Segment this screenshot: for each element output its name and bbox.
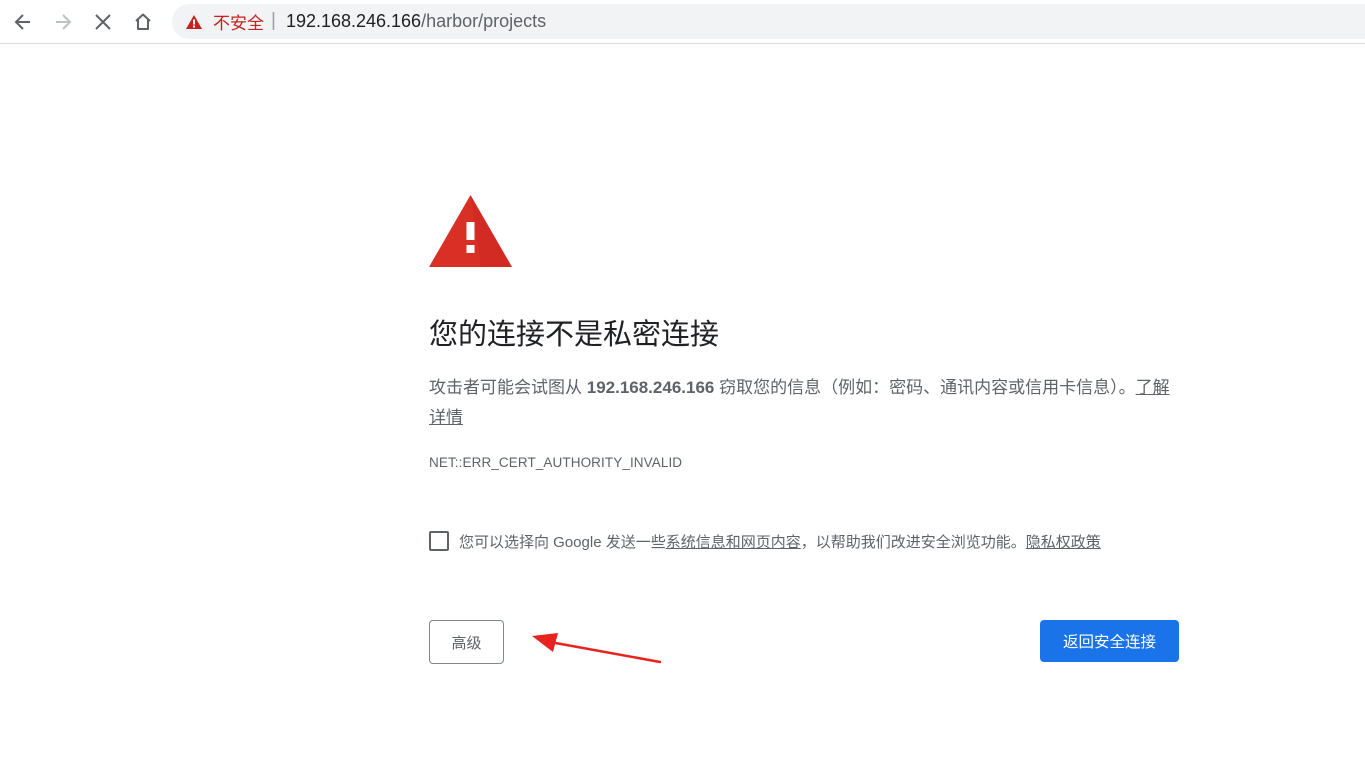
warning-triangle-icon[interactable] xyxy=(185,13,203,31)
optin-text: 您可以选择向 Google 发送一些系统信息和网页内容，以帮助我们改进安全浏览功… xyxy=(459,531,1101,552)
optin-checkbox[interactable] xyxy=(429,531,449,551)
url-host[interactable]: 192.168.246.166 xyxy=(286,11,421,32)
warning-description: 攻击者可能会试图从 192.168.246.166 窃取您的信息（例如：密码、通… xyxy=(429,373,1174,433)
annotation-arrow-icon xyxy=(532,633,662,664)
arrow-left-icon xyxy=(14,14,30,30)
url-path[interactable]: /harbor/projects xyxy=(421,11,546,32)
browser-toolbar: 不安全 | 192.168.246.166 /harbor/projects xyxy=(0,0,1365,44)
address-bar[interactable]: 不安全 | 192.168.246.166 /harbor/projects xyxy=(172,4,1365,39)
back-button[interactable] xyxy=(7,6,39,38)
advanced-button[interactable]: 高级 xyxy=(429,620,504,664)
error-code: NET::ERR_CERT_AUTHORITY_INVALID xyxy=(429,455,683,470)
description-prefix: 攻击者可能会试图从 xyxy=(429,378,587,397)
warning-triangle-icon xyxy=(429,195,512,267)
description-suffix: 窃取您的信息（例如：密码、通讯内容或信用卡信息）。 xyxy=(714,378,1136,397)
description-host: 192.168.246.166 xyxy=(586,378,715,397)
arrow-right-icon xyxy=(56,14,72,30)
not-secure-label[interactable]: 不安全 xyxy=(213,9,264,34)
optin-prefix: 您可以选择向 Google 发送一些 xyxy=(459,533,666,551)
back-to-safety-button[interactable]: 返回安全连接 xyxy=(1040,620,1179,662)
omnibox-separator: | xyxy=(271,9,276,31)
forward-button[interactable] xyxy=(47,6,79,38)
stop-loading-button[interactable] xyxy=(87,6,119,38)
privacy-policy-link[interactable]: 隐私权政策 xyxy=(1026,534,1101,551)
close-icon xyxy=(95,14,111,30)
optin-middle: ，以帮助我们改进安全浏览功能。 xyxy=(800,533,1026,551)
page-title: 您的连接不是私密连接 xyxy=(429,319,720,351)
home-icon xyxy=(135,13,151,30)
home-button[interactable] xyxy=(127,6,159,38)
safe-browsing-optin: 您可以选择向 Google 发送一些系统信息和网页内容，以帮助我们改进安全浏览功… xyxy=(429,529,1179,553)
system-info-link[interactable]: 系统信息和网页内容 xyxy=(666,534,801,551)
